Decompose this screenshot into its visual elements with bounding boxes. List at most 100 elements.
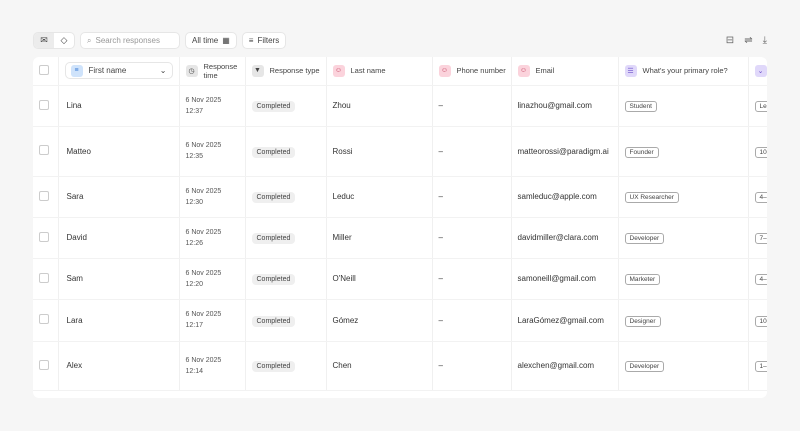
- search-icon: ⌕: [87, 35, 92, 45]
- status-badge: Completed: [251, 361, 296, 372]
- role-tag: UX Researcher: [624, 192, 679, 203]
- row-checkbox[interactable]: [39, 99, 49, 110]
- clock-icon: ◷: [185, 64, 198, 77]
- row-checkbox[interactable]: [39, 190, 49, 201]
- table-row[interactable]: David 6 Nov 2025 12:26 Completed Miller –…: [33, 217, 767, 259]
- column-header[interactable]: Phone number: [457, 66, 506, 75]
- status-badge: Completed: [251, 101, 296, 112]
- filters-button[interactable]: ≡ Filters: [241, 32, 287, 49]
- response-time: 12:20: [185, 280, 204, 288]
- answer-tag: 1–: [754, 361, 767, 372]
- row-checkbox[interactable]: [39, 314, 49, 324]
- answer-tag: 10-: [754, 315, 767, 327]
- column-header[interactable]: Email: [536, 66, 555, 75]
- response-date: 6 Nov 2025: [185, 187, 222, 195]
- filters-label: Filters: [257, 36, 280, 45]
- answer-tag: Les: [754, 101, 767, 112]
- responses-table: ≡ First name ⌄ ◷ Response time ▼ Response ty…: [33, 57, 767, 398]
- email: samoneill@gmail.com: [517, 274, 596, 283]
- last-name: Rossi: [332, 146, 353, 156]
- response-time: 12:37: [185, 107, 204, 115]
- view-toggle: ✉ ◇: [33, 32, 75, 49]
- response-date: 6 Nov 2025: [185, 311, 222, 318]
- contact-icon: ☺: [517, 64, 530, 77]
- filter-icon: ≡: [248, 36, 254, 45]
- column-header[interactable]: Response time: [204, 62, 238, 80]
- column-header[interactable]: What's your primary role?: [643, 66, 728, 75]
- email: LaraGómez@gmail.com: [517, 315, 604, 325]
- email: linazhou@gmail.com: [517, 101, 592, 110]
- contact-icon: ☺: [438, 64, 451, 77]
- email: alexchen@gmail.com: [517, 361, 595, 370]
- first-name: Lara: [66, 315, 83, 325]
- column-header[interactable]: Response type: [270, 66, 320, 75]
- response-time: 12:35: [185, 153, 204, 160]
- chevron-down-icon: ⌄: [159, 66, 167, 76]
- last-name: O'Neill: [332, 274, 356, 283]
- status-badge: Completed: [251, 146, 296, 158]
- status-badge: Completed: [251, 274, 296, 285]
- phone-number: –: [438, 146, 443, 156]
- table-row[interactable]: Lina 6 Nov 2025 12:37 Completed Zhou – li…: [33, 85, 767, 127]
- column-header[interactable]: Last name: [351, 66, 386, 75]
- phone-number: –: [438, 274, 443, 283]
- answer-tag: 7–: [754, 233, 767, 244]
- table-row[interactable]: Matteo 6 Nov 2025 12:35 Completed Rossi –…: [33, 126, 767, 177]
- row-checkbox[interactable]: [39, 359, 49, 370]
- first-name: Matteo: [66, 146, 91, 156]
- role-tag: Founder: [624, 146, 659, 158]
- status-badge: Completed: [251, 315, 296, 327]
- role-tag: Developer: [624, 361, 665, 372]
- split-icon[interactable]: ⊟: [726, 35, 734, 46]
- table-row[interactable]: Sara 6 Nov 2025 12:30 Completed Leduc – s…: [33, 176, 767, 218]
- table-row[interactable]: Alex 6 Nov 2025 12:14 Completed Chen – al…: [33, 341, 767, 391]
- all-time-label: All time: [192, 36, 219, 45]
- response-time: 12:17: [185, 322, 204, 329]
- tag-view-icon[interactable]: ◇: [54, 33, 74, 48]
- phone-number: –: [438, 315, 443, 325]
- first-name: Lina: [66, 101, 82, 110]
- response-date: 6 Nov 2025: [185, 269, 222, 277]
- phone-number: –: [438, 192, 443, 201]
- row-checkbox[interactable]: [39, 145, 49, 155]
- inbox-view-icon[interactable]: ✉: [34, 33, 54, 48]
- first-name: Sam: [66, 274, 83, 283]
- toolbar: ✉ ◇ ⌕ Search responses All time ▦ ≡ Filters…: [33, 32, 767, 49]
- first-name: David: [66, 233, 87, 242]
- first-name: Sara: [66, 192, 84, 201]
- download-icon[interactable]: ⤓: [763, 35, 767, 46]
- role-tag: Marketer: [624, 274, 661, 285]
- answer-tag: 10-: [754, 146, 767, 158]
- contact-icon: ☺: [332, 64, 345, 77]
- select-all-checkbox[interactable]: [39, 64, 49, 75]
- response-time: 12:30: [185, 198, 204, 206]
- text-icon: ≡: [70, 64, 83, 77]
- response-time: 12:14: [185, 367, 204, 375]
- row-checkbox[interactable]: [39, 272, 49, 283]
- status-badge: Completed: [251, 192, 296, 203]
- last-name: Zhou: [332, 101, 351, 110]
- first-name-column-select[interactable]: ≡ First name ⌄: [64, 62, 173, 80]
- last-name: Chen: [332, 361, 352, 370]
- email: samleduc@apple.com: [517, 192, 597, 201]
- column-header: First name: [88, 66, 127, 76]
- settings-sliders-icon[interactable]: ⇌: [744, 35, 752, 46]
- search-input[interactable]: ⌕ Search responses: [80, 32, 180, 49]
- phone-number: –: [438, 361, 443, 370]
- all-time-button[interactable]: All time ▦: [185, 32, 237, 49]
- email: davidmiller@clara.com: [517, 233, 599, 242]
- table-row[interactable]: Sam 6 Nov 2025 12:20 Completed O'Neill – …: [33, 258, 767, 300]
- phone-number: –: [438, 101, 443, 110]
- multiple-choice-icon: ☰: [624, 64, 637, 77]
- last-name: Gómez: [332, 315, 359, 325]
- last-name: Miller: [332, 233, 352, 242]
- answer-tag: 4–: [754, 274, 767, 285]
- response-type-icon: ▼: [251, 64, 264, 77]
- first-name: Alex: [66, 361, 83, 370]
- email: matteorossi@paradigm.ai: [517, 146, 609, 156]
- response-time: 12:26: [185, 239, 204, 247]
- table-row[interactable]: Lara 6 Nov 2025 12:17 Completed Gómez – L…: [33, 299, 767, 342]
- dropdown-icon: ⌄: [754, 64, 767, 77]
- row-checkbox[interactable]: [39, 231, 49, 242]
- response-date: 6 Nov 2025: [185, 228, 222, 236]
